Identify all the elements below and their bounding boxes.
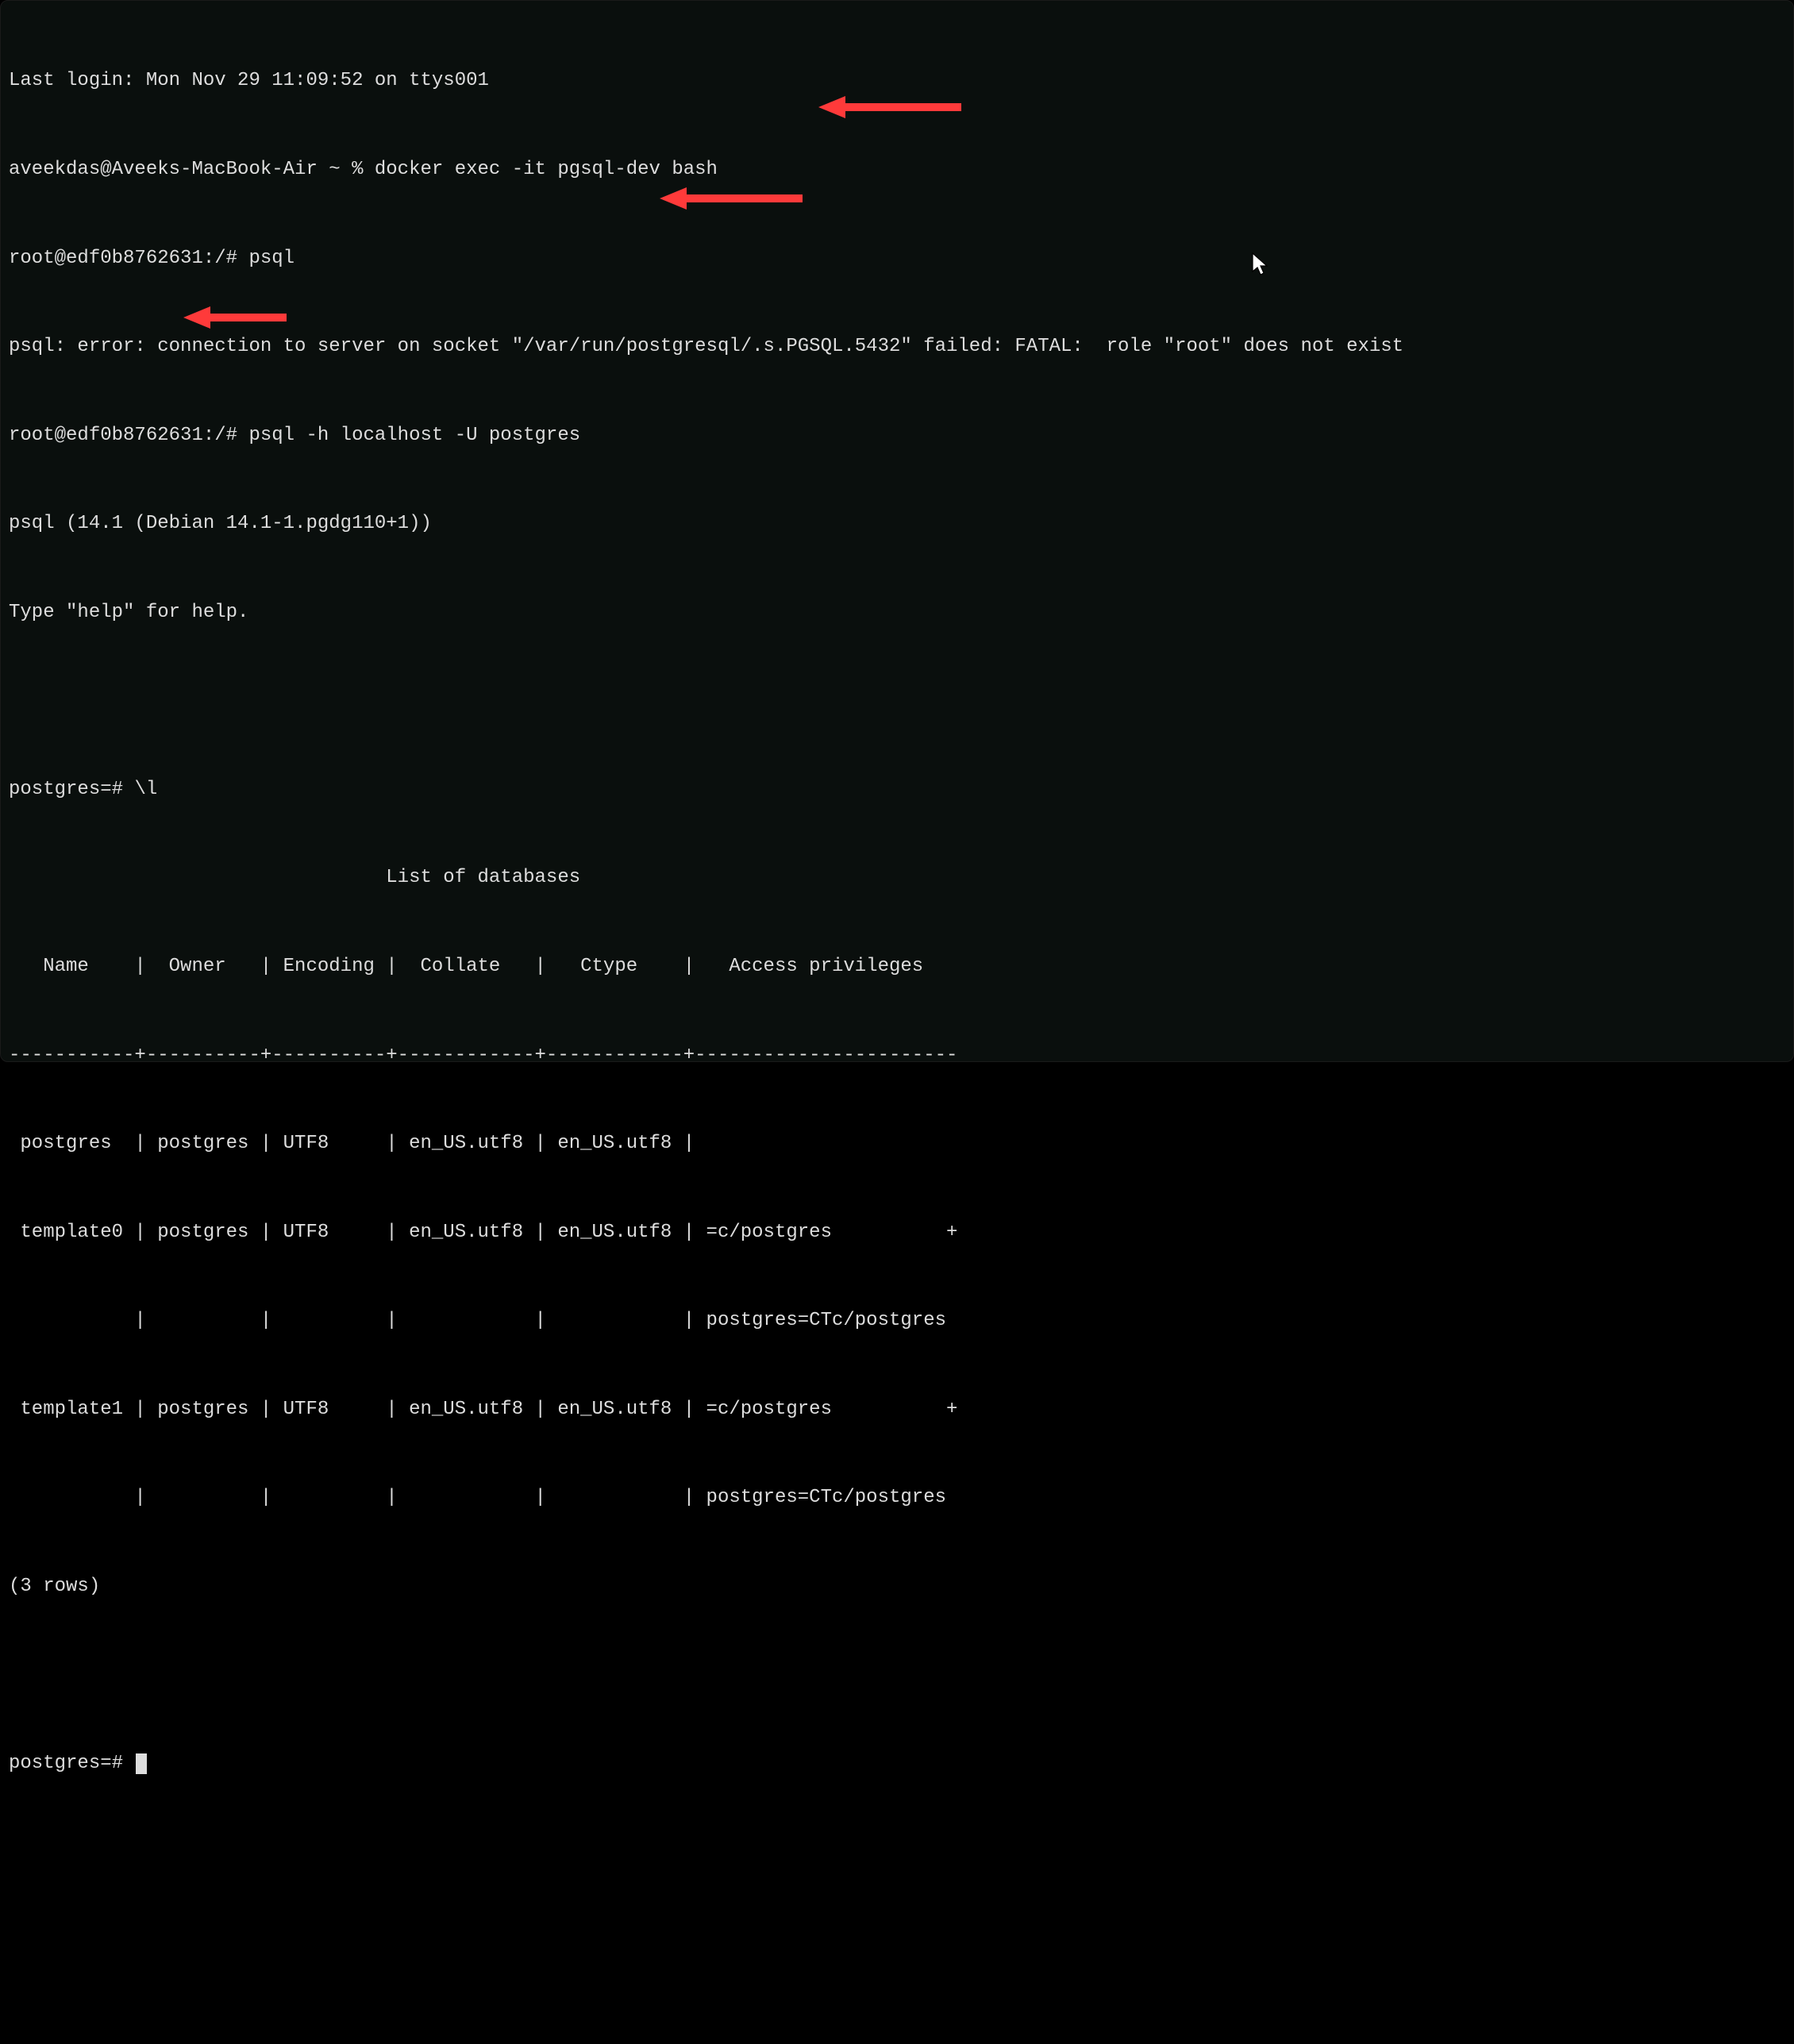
blank-line bbox=[9, 1661, 1785, 1690]
row-count: (3 rows) bbox=[9, 1572, 1785, 1601]
list-command: \l bbox=[134, 779, 157, 800]
terminal-window[interactable]: Last login: Mon Nov 29 11:09:52 on ttys0… bbox=[0, 0, 1794, 1062]
last-login-line: Last login: Mon Nov 29 11:09:52 on ttys0… bbox=[9, 66, 1785, 95]
psql-version-line: psql (14.1 (Debian 14.1-1.pgdg110+1)) bbox=[9, 509, 1785, 538]
psql-second-attempt-line: root@edf0b8762631:/# psql -h localhost -… bbox=[9, 421, 1785, 450]
table-row: template0 | postgres | UTF8 | en_US.utf8… bbox=[9, 1218, 1785, 1247]
table-row: | | | | | postgres=CTc/postgres bbox=[9, 1306, 1785, 1335]
host-prompt: aveekdas@Aveeks-MacBook-Air ~ % bbox=[9, 159, 375, 180]
table-row: | | | | | postgres=CTc/postgres bbox=[9, 1483, 1785, 1512]
list-databases-line: postgres=# \l bbox=[9, 775, 1785, 804]
postgres-prompt: postgres=# bbox=[9, 1753, 134, 1774]
psql-error-line: psql: error: connection to server on soc… bbox=[9, 332, 1785, 361]
blank-line bbox=[9, 686, 1785, 715]
table-row: postgres | postgres | UTF8 | en_US.utf8 … bbox=[9, 1129, 1785, 1158]
terminal-cursor bbox=[136, 1753, 147, 1774]
help-hint-line: Type "help" for help. bbox=[9, 598, 1785, 627]
docker-exec-line: aveekdas@Aveeks-MacBook-Air ~ % docker e… bbox=[9, 155, 1785, 184]
table-row: template1 | postgres | UTF8 | en_US.utf8… bbox=[9, 1395, 1785, 1424]
table-separator: -----------+----------+----------+------… bbox=[9, 1041, 1785, 1070]
docker-command: docker exec -it pgsql-dev bash bbox=[375, 159, 718, 180]
table-title: List of databases bbox=[9, 863, 1785, 892]
psql-first-attempt-line: root@edf0b8762631:/# psql bbox=[9, 244, 1785, 273]
psql-command-full: psql -h localhost -U postgres bbox=[248, 425, 580, 446]
postgres-prompt-line: postgres=# bbox=[9, 1749, 1785, 1778]
table-header: Name | Owner | Encoding | Collate | Ctyp… bbox=[9, 952, 1785, 981]
postgres-prompt: postgres=# bbox=[9, 779, 134, 800]
root-prompt: root@edf0b8762631:/# bbox=[9, 425, 248, 446]
root-prompt: root@edf0b8762631:/# bbox=[9, 248, 248, 269]
psql-command: psql bbox=[248, 248, 295, 269]
